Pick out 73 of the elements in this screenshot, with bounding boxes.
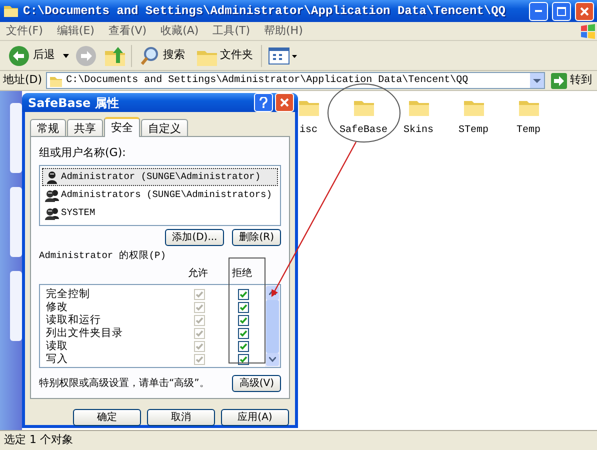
maximize-button[interactable] xyxy=(552,2,571,20)
window-title: C:\Documents and Settings\Administrator\Application Data\Tencent\QQ xyxy=(23,3,506,20)
folder-name[interactable]: Temp xyxy=(516,123,540,138)
windows-logo-icon xyxy=(579,23,597,39)
dialog-button[interactable]: 确定 xyxy=(73,409,141,426)
close-button[interactable] xyxy=(575,2,594,20)
go-button[interactable]: 转到 xyxy=(549,72,594,89)
scrollbar[interactable] xyxy=(265,285,280,367)
group-icon xyxy=(45,206,59,220)
tab[interactable]: 自定义 xyxy=(141,119,188,136)
permission-name: 修改 xyxy=(46,300,69,314)
back-button[interactable]: 后退 xyxy=(6,44,57,66)
menu-item[interactable]: 查看(V) xyxy=(108,22,147,40)
add-button[interactable]: 添加(D)... xyxy=(165,228,224,246)
group-icon xyxy=(45,188,59,202)
scroll-down-icon[interactable] xyxy=(269,356,276,362)
folder-name[interactable]: SafeBase xyxy=(339,123,388,138)
users-label: 组或用户名称(G): xyxy=(39,145,127,161)
maximize-icon xyxy=(557,6,566,16)
user-item[interactable]: Administrators (SUNGE\Administrators) xyxy=(42,186,278,204)
status-text: 选定 1 个对象 xyxy=(0,430,597,450)
dialog-button[interactable]: 取消 xyxy=(147,409,215,426)
checkbox[interactable] xyxy=(238,328,248,339)
column-header: 允许 xyxy=(187,266,209,281)
checkbox[interactable] xyxy=(238,289,248,300)
permission-name: 完全控制 xyxy=(46,286,91,302)
scroll-up-icon[interactable] xyxy=(269,290,276,296)
column-header: 拒绝 xyxy=(231,266,253,281)
permission-name: 列出文件夹目录 xyxy=(46,326,124,340)
minimize-button[interactable] xyxy=(529,2,548,20)
checkbox[interactable] xyxy=(238,341,248,352)
permission-name: 读取和运行 xyxy=(46,312,102,327)
user-item[interactable]: SYSTEM xyxy=(42,204,278,222)
checkbox[interactable] xyxy=(238,354,248,365)
dialog-title: SafeBase 属性 xyxy=(28,94,120,112)
advanced-note: 特别权限或高级设置，请单击“高级”。 xyxy=(39,376,210,391)
help-button[interactable] xyxy=(254,93,273,112)
user-item[interactable]: Administrator (SUNGE\Administrator) xyxy=(42,168,278,186)
up-folder-icon[interactable] xyxy=(103,44,125,66)
remove-button[interactable]: 删除(R) xyxy=(232,228,281,246)
menu-item[interactable]: 编辑(E) xyxy=(56,22,94,40)
folder-name[interactable]: Skins xyxy=(403,123,434,138)
folder-icon xyxy=(3,3,19,19)
menu-item[interactable]: 帮助(H) xyxy=(264,22,303,40)
address-field[interactable]: C:\Documents and Settings\Administrator\Application Data\Tencent\QQ xyxy=(46,72,545,89)
tab[interactable]: 安全 xyxy=(104,117,140,137)
tab[interactable]: 常规 xyxy=(30,119,66,136)
user-icon xyxy=(45,170,59,184)
question-mark-icon xyxy=(259,97,268,108)
go-arrow-icon xyxy=(551,72,567,88)
folder-name[interactable]: STemp xyxy=(458,123,488,138)
search-icon xyxy=(140,46,160,66)
checkbox[interactable] xyxy=(238,302,248,313)
folder-name[interactable]: isc xyxy=(299,123,318,138)
views-icon[interactable] xyxy=(268,46,298,66)
dialog-button[interactable]: 应用(A) xyxy=(221,409,289,426)
address-label: 地址(D) xyxy=(3,72,42,88)
close-icon xyxy=(580,6,589,16)
permissions-label: Administrator 的权限(P) xyxy=(39,248,167,263)
menu-item[interactable]: 文件(F) xyxy=(6,22,43,40)
dropdown-caret-icon[interactable] xyxy=(63,54,69,58)
search-button[interactable]: 搜索 xyxy=(138,46,187,66)
close-button[interactable] xyxy=(275,93,294,112)
minimize-icon xyxy=(535,10,542,12)
folders-button[interactable]: 文件夹 xyxy=(193,44,255,66)
advanced-button[interactable]: 高级(V) xyxy=(232,375,281,392)
permission-name: 写入 xyxy=(46,352,69,367)
menu-item[interactable]: 收藏(A) xyxy=(160,22,199,40)
close-icon xyxy=(280,98,289,107)
checkbox[interactable] xyxy=(238,315,248,326)
tab[interactable]: 共享 xyxy=(67,119,103,136)
menu-item[interactable]: 工具(T) xyxy=(212,22,250,40)
permission-name: 读取 xyxy=(46,338,69,353)
